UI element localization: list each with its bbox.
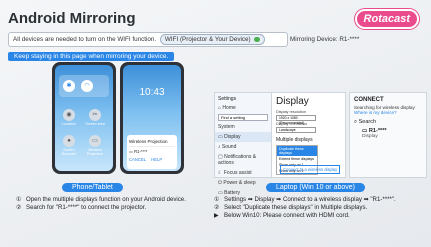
wireless-projection-dialog: Wireless Projection ▭ R1-**** CANCEL HEL… bbox=[127, 135, 177, 169]
step-number: ② bbox=[214, 204, 220, 211]
step-number: ① bbox=[16, 196, 22, 203]
sidebar-item-label: Sound bbox=[221, 144, 237, 150]
phone-steps: ① Open the multiple displays function on… bbox=[16, 196, 201, 212]
tile-label-recorder: Screen Recorder bbox=[61, 148, 77, 156]
step-item: ② Search for "R1-****" to connect the pr… bbox=[16, 204, 201, 212]
mirroring-device: Mirroring Device: R1-**** bbox=[290, 36, 360, 43]
connect-search[interactable]: ⌕ Search bbox=[350, 115, 426, 127]
step-text: Settings ➡ Display ➡ Connect to a wirele… bbox=[224, 196, 396, 203]
tile-label-screenshot: Screen shot bbox=[85, 122, 105, 126]
step-number: ▶ bbox=[214, 212, 219, 219]
sidebar-item-label: Display bbox=[224, 134, 241, 140]
wifi-icon[interactable]: ◠ bbox=[81, 80, 93, 92]
clock: 10:43 bbox=[139, 87, 165, 98]
display-title: Display bbox=[276, 96, 309, 107]
phone-screen: ✱ ◠ ◉ Location ✂ Screen shot ● Screen Re… bbox=[55, 65, 113, 171]
settings-home-label: Home bbox=[222, 105, 236, 111]
step-item: ▶ Below Win10: Please connect with HDMI … bbox=[214, 212, 429, 220]
settings-panel: Settings ⌂ Home Find a setting System ▭ … bbox=[214, 92, 272, 196]
screenshot-icon[interactable]: ✂ bbox=[89, 109, 101, 121]
dialog-title: Wireless Projection bbox=[129, 139, 168, 144]
step-text: Select "Duplicate these displays" in Mul… bbox=[224, 204, 368, 211]
step-number: ① bbox=[214, 196, 220, 203]
wireless-projection-icon[interactable]: ▭ bbox=[89, 135, 101, 147]
stay-banner: Keep staying in this page when mirroring… bbox=[8, 52, 175, 61]
device-item[interactable]: ▭ R1-**** bbox=[350, 127, 426, 134]
orientation-label: Display orientation bbox=[276, 122, 308, 126]
sidebar-item-power[interactable]: ⏻ Power & sleep bbox=[215, 178, 271, 188]
phone-quick-settings: ✱ ◠ ◉ Location ✂ Screen shot ● Screen Re… bbox=[52, 62, 116, 174]
step-text: Below Win10: Please connect with HDMI co… bbox=[224, 212, 350, 219]
search-icon: ⌕ bbox=[354, 119, 358, 125]
guide-frame: Android Mirroring Rotacast All devices a… bbox=[0, 0, 431, 247]
resolution-select[interactable]: 1920 x 1080 (Recommended) bbox=[276, 115, 316, 125]
wifi-notice-text: All devices are needed to turn on the WI… bbox=[13, 36, 157, 43]
connect-panel: CONNECT Searching for wireless display W… bbox=[349, 92, 427, 178]
help-button[interactable]: HELP bbox=[151, 157, 162, 162]
settings-search-input[interactable]: Find a setting bbox=[218, 114, 268, 121]
sidebar-item-label: Notifications & actions bbox=[218, 154, 257, 166]
location-icon[interactable]: ◉ bbox=[63, 109, 75, 121]
step-item: ① Settings ➡ Display ➡ Connect to a wire… bbox=[214, 196, 429, 204]
brand-logo: Rotacast bbox=[354, 9, 419, 29]
tile-label-location: Location bbox=[62, 122, 76, 126]
settings-system-label: System bbox=[218, 124, 235, 130]
settings-home[interactable]: ⌂ Home bbox=[215, 103, 271, 113]
connect-wireless-link[interactable]: Connect to a wireless display bbox=[280, 165, 341, 174]
settings-search-placeholder: Find a setting bbox=[221, 115, 246, 120]
step-text: Open the multiple displays function on y… bbox=[26, 196, 186, 203]
step-number: ② bbox=[16, 204, 22, 211]
device-type: Display bbox=[362, 134, 378, 139]
multiple-displays-label: Multiple displays bbox=[276, 137, 313, 143]
wifi-pill: WIFI (Projector & Your Device) bbox=[159, 34, 266, 45]
laptop-steps: ① Settings ➡ Display ➡ Connect to a wire… bbox=[214, 196, 429, 220]
orientation-select[interactable]: Landscape bbox=[276, 127, 316, 133]
wifi-notice: All devices are needed to turn on the WI… bbox=[8, 32, 288, 47]
phone-screen-2: 10:43 Wireless Projection ▭ R1-**** CANC… bbox=[123, 65, 181, 171]
sidebar-item-sound[interactable]: ♪ Sound bbox=[215, 142, 271, 152]
phone-projection-dialog: 10:43 Wireless Projection ▭ R1-**** CANC… bbox=[120, 62, 184, 174]
option-duplicate[interactable]: Duplicate these displays bbox=[277, 146, 317, 156]
bluetooth-icon[interactable]: ✱ bbox=[63, 80, 75, 92]
sidebar-item-label: Focus assist bbox=[223, 170, 252, 176]
cancel-button[interactable]: CANCEL bbox=[129, 157, 146, 162]
step-item: ② Select "Duplicate these displays" in M… bbox=[214, 204, 429, 212]
tile-label-projection: Wireless Projection bbox=[87, 148, 103, 156]
wifi-pill-label: WIFI (Projector & Your Device) bbox=[164, 36, 251, 43]
toggle-icon bbox=[254, 36, 261, 42]
step-text: Search for "R1-****" to connect the proj… bbox=[26, 204, 147, 211]
sidebar-item-focus[interactable]: ☾ Focus assist bbox=[215, 168, 271, 178]
display-panel: Display Display resolution 1920 x 1080 (… bbox=[272, 92, 346, 178]
step-item: ① Open the multiple displays function on… bbox=[16, 196, 201, 204]
sidebar-item-label: Power & sleep bbox=[223, 180, 256, 186]
phone-tablet-label: Phone/Tablet bbox=[62, 183, 123, 192]
page-title: Android Mirroring bbox=[8, 10, 136, 27]
dialog-device-name: R1-**** bbox=[134, 149, 148, 154]
dialog-device-item[interactable]: ▭ R1-**** bbox=[129, 146, 175, 154]
settings-header: Settings bbox=[218, 96, 237, 102]
sidebar-item-notifications[interactable]: ▢ Notifications & actions bbox=[215, 152, 271, 168]
resolution-label: Display resolution bbox=[276, 110, 306, 114]
connect-title: CONNECT bbox=[354, 97, 384, 103]
screen-recorder-icon[interactable]: ● bbox=[63, 135, 75, 147]
sidebar-item-display[interactable]: ▭ Display bbox=[215, 132, 271, 142]
laptop-label: Laptop (Win 10 or above) bbox=[266, 183, 365, 192]
connect-search-label: Search bbox=[358, 119, 377, 125]
